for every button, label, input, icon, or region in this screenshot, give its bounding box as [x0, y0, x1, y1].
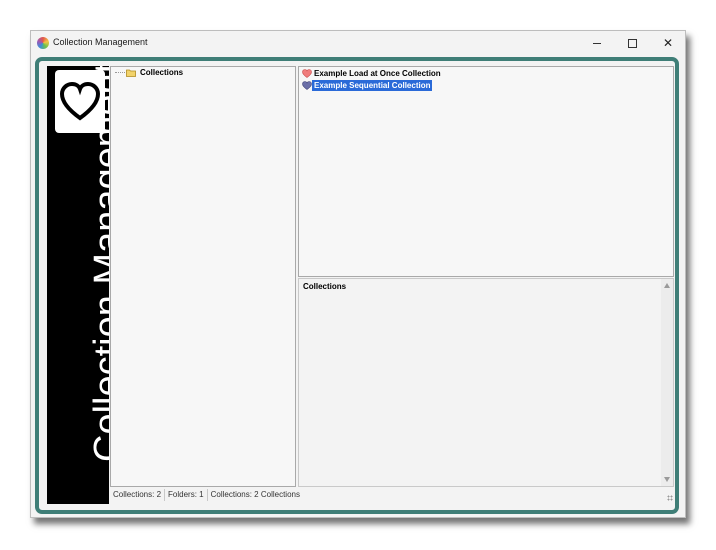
- vertical-scrollbar[interactable]: [661, 279, 673, 486]
- tree-connector: [115, 72, 125, 73]
- collections-list[interactable]: Example Load at Once Collection Example …: [298, 66, 674, 277]
- main-frame: Collection Management Collections Exampl…: [35, 57, 679, 514]
- side-banner: Collection Management: [47, 66, 109, 504]
- banner-title: Collection Management: [87, 66, 109, 462]
- detail-title: Collections: [303, 282, 347, 291]
- close-button[interactable]: ✕: [651, 31, 685, 55]
- app-icon: [37, 37, 49, 49]
- collection-management-window: Collection Management ✕ Collection Manag…: [30, 30, 686, 518]
- detail-panel[interactable]: Collections: [298, 278, 674, 487]
- scroll-down-icon[interactable]: [664, 477, 670, 482]
- status-collections-count: Collections: 2: [110, 489, 166, 501]
- status-bar: Collections: 2 Folders: 1 Collections: 2…: [110, 488, 674, 502]
- tree-node-collections[interactable]: Collections: [115, 68, 183, 77]
- close-icon: ✕: [662, 36, 674, 50]
- list-item-label: Example Load at Once Collection: [314, 69, 441, 78]
- collections-tree[interactable]: Collections: [110, 66, 296, 487]
- status-summary: Collections: 2 Collections: [210, 490, 300, 499]
- list-item[interactable]: Example Load at Once Collection: [302, 68, 443, 79]
- status-folders-count: Folders: 1: [165, 489, 208, 501]
- minimize-button[interactable]: [580, 31, 614, 55]
- title-bar[interactable]: Collection Management ✕: [31, 31, 685, 57]
- resize-grip[interactable]: [667, 495, 673, 501]
- maximize-button[interactable]: [615, 31, 649, 55]
- list-item-selected[interactable]: Example Sequential Collection: [302, 80, 433, 91]
- list-item-label: Example Sequential Collection: [312, 80, 433, 91]
- scroll-up-icon[interactable]: [664, 283, 670, 288]
- tree-node-label: Collections: [140, 68, 184, 77]
- window-title: Collection Management: [53, 37, 148, 47]
- minimize-icon: [593, 42, 601, 44]
- folder-icon: [126, 69, 136, 77]
- heart-icon: [302, 69, 312, 78]
- maximize-icon: [627, 38, 637, 48]
- sequential-heart-icon: [302, 81, 312, 90]
